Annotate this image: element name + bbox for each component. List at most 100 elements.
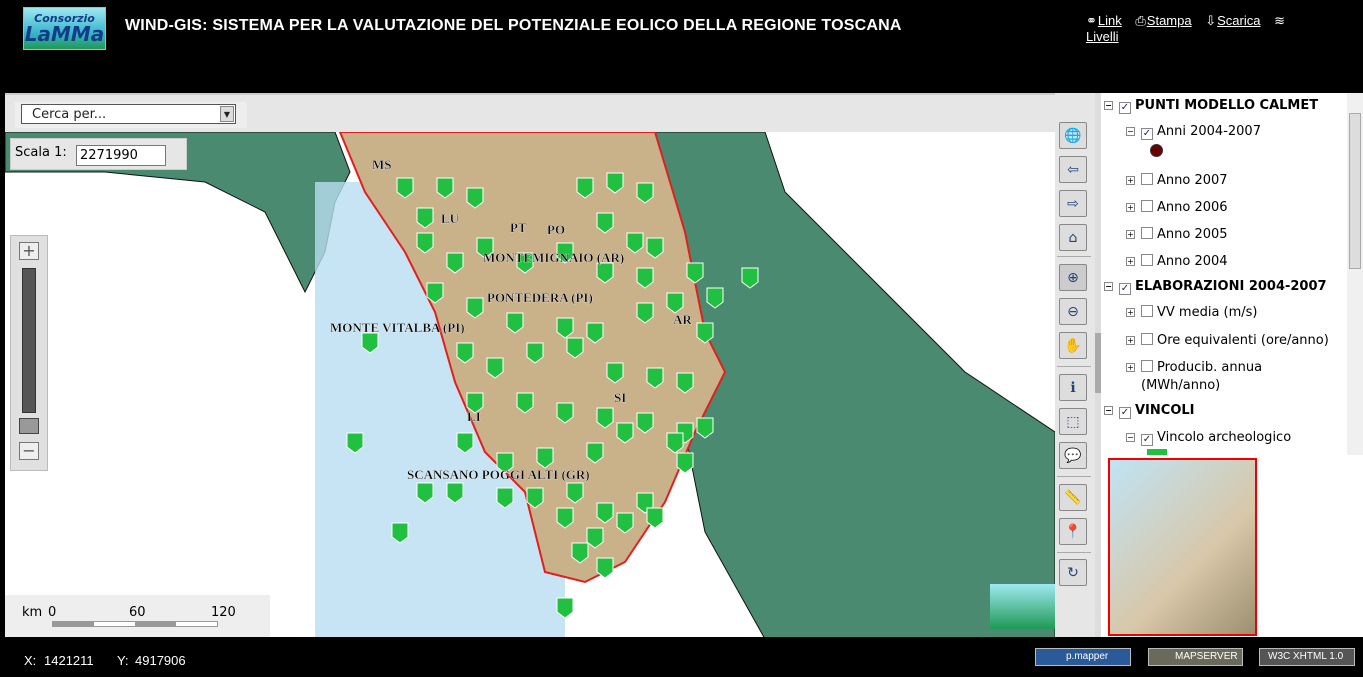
legend-dot-icon xyxy=(1150,144,1163,157)
mapserver-badge[interactable]: MAPSERVER xyxy=(1148,648,1243,666)
expand-icon[interactable]: + xyxy=(1126,363,1135,372)
download-link[interactable]: Scarica xyxy=(1217,13,1260,28)
checkbox-checked[interactable]: ✓ xyxy=(1119,283,1131,295)
layer-group-label: PUNTI MODELLO CALMET xyxy=(1135,98,1319,113)
zoom-forward-icon[interactable]: ⇨ xyxy=(1059,190,1087,217)
map-toolbar: 🌐 ⇦ ⇨ ⌂ ⊕ ⊖ ✋ ℹ ⬚ 💬 📏 📍 ↻ xyxy=(1055,93,1095,637)
overview-map-image[interactable] xyxy=(1108,458,1257,636)
expand-icon[interactable]: + xyxy=(1126,230,1135,239)
layer-group-calmet[interactable]: − ✓ PUNTI MODELLO CALMET xyxy=(1104,98,1318,114)
expand-icon[interactable]: + xyxy=(1126,336,1135,345)
layer-label: Anni 2004-2007 xyxy=(1157,124,1261,139)
checkbox[interactable] xyxy=(1141,227,1153,239)
layer-label: VV media (m/s) xyxy=(1157,305,1258,320)
expand-icon[interactable]: + xyxy=(1126,203,1135,212)
collapse-icon[interactable]: − xyxy=(1104,406,1113,415)
measure-ruler-icon[interactable]: 📏 xyxy=(1059,484,1087,511)
search-select[interactable]: Cerca per... ▼ xyxy=(21,104,236,124)
layer-group-elaborazioni[interactable]: − ✓ ELABORAZIONI 2004-2007 xyxy=(1104,279,1327,295)
collapse-icon[interactable]: − xyxy=(1104,101,1113,110)
layer-label: Anno 2007 xyxy=(1157,173,1228,188)
zoom-track[interactable] xyxy=(22,268,36,413)
layer-group-label: ELABORAZIONI 2004-2007 xyxy=(1135,279,1327,294)
layer-label: Anno 2004 xyxy=(1157,254,1228,269)
collapse-icon[interactable]: − xyxy=(1126,433,1135,442)
printer-icon: ⎙ xyxy=(1135,13,1146,28)
layer-tree-scrollbar[interactable] xyxy=(1347,93,1363,455)
layer-tree: − ✓ PUNTI MODELLO CALMET − ✓ Anni 2004-2007 … xyxy=(1101,93,1363,455)
checkbox[interactable] xyxy=(1141,360,1153,372)
x-label: X: xyxy=(24,653,37,668)
layer-item[interactable]: + Producib. annua xyxy=(1126,360,1262,375)
map-panel: MS LU PT PO MONTEMIGNAIO (AR) PONTEDERA (PI) M… xyxy=(5,93,1055,637)
divider xyxy=(1057,552,1091,553)
map-place-label: MONTEMIGNAIO (AR) xyxy=(483,250,624,265)
lamma-logo[interactable]: Consorzio LaMMa xyxy=(23,7,106,50)
zoom-thumb[interactable] xyxy=(19,418,39,434)
collapse-icon[interactable]: − xyxy=(1104,282,1113,291)
map-place-label: SCANSANO POGGI ALTI (GR) xyxy=(407,467,590,482)
scale-bar: km 0 60 120 xyxy=(5,595,270,637)
footer: X: 1421211 Y: 4917906 p.mapper MAPSERVER… xyxy=(0,637,1363,677)
layer-item[interactable]: − ✓ Anni 2004-2007 xyxy=(1126,124,1261,140)
checkbox[interactable] xyxy=(1141,173,1153,185)
pan-hand-icon[interactable]: ✋ xyxy=(1059,332,1087,359)
w3c-badge[interactable]: W3C XHTML 1.0 xyxy=(1259,648,1355,666)
expand-icon[interactable]: + xyxy=(1126,257,1135,266)
layers-link[interactable]: Livelli xyxy=(1086,29,1119,44)
zoom-selection-icon[interactable]: ⌂ xyxy=(1059,224,1087,251)
scale-input[interactable] xyxy=(76,145,166,166)
layer-item[interactable]: + Anno 2005 xyxy=(1126,227,1228,242)
overview-map[interactable] xyxy=(1101,455,1363,637)
tooltip-icon[interactable]: 💬 xyxy=(1059,442,1087,469)
layer-label: Anno 2006 xyxy=(1157,200,1228,215)
scale-box: Scala 1: xyxy=(10,138,187,170)
map-place-label: SI xyxy=(614,390,626,405)
layer-item[interactable]: + VV media (m/s) xyxy=(1126,305,1258,320)
header-links: ⚭Link ⎙Stampa ⇩Scarica ≋ Livelli xyxy=(1086,13,1356,45)
zoom-slider[interactable]: + − xyxy=(10,235,48,471)
layer-item[interactable]: + Anno 2007 xyxy=(1126,173,1228,188)
zoom-out-icon[interactable]: ⊖ xyxy=(1059,298,1087,325)
map-place-label: LU xyxy=(441,211,460,226)
pmapper-badge[interactable]: p.mapper xyxy=(1035,648,1131,666)
print-link[interactable]: Stampa xyxy=(1147,13,1192,28)
layer-group-vincoli[interactable]: − ✓ VINCOLI xyxy=(1104,403,1195,419)
zoom-in-button[interactable]: + xyxy=(19,242,39,260)
layer-item[interactable]: + Anno 2004 xyxy=(1126,254,1228,269)
y-label: Y: xyxy=(117,653,129,668)
identify-info-icon[interactable]: ℹ xyxy=(1059,374,1087,401)
expand-icon[interactable]: + xyxy=(1126,308,1135,317)
layer-label: Vincolo archeologico xyxy=(1157,430,1292,445)
chevron-down-icon[interactable]: ▼ xyxy=(220,106,234,122)
checkbox[interactable] xyxy=(1141,254,1153,266)
refresh-icon[interactable]: ↻ xyxy=(1059,559,1087,586)
collapse-icon[interactable]: − xyxy=(1126,127,1135,136)
layer-item[interactable]: + Anno 2006 xyxy=(1126,200,1228,215)
layer-item[interactable]: − ✓ Vincolo archeologico xyxy=(1126,430,1291,446)
scrollbar-thumb[interactable] xyxy=(1349,113,1361,269)
search-container: Cerca per... ▼ xyxy=(15,102,247,128)
map-place-label: PONTEDERA (PI) xyxy=(487,290,593,305)
poi-pin-icon[interactable]: 📍 xyxy=(1059,518,1087,545)
checkbox[interactable] xyxy=(1141,305,1153,317)
checkbox-checked[interactable]: ✓ xyxy=(1119,102,1131,114)
map-place-label: PT xyxy=(510,220,527,235)
link-link[interactable]: Link xyxy=(1098,13,1122,28)
map-canvas[interactable]: MS LU PT PO MONTEMIGNAIO (AR) PONTEDERA (PI) M… xyxy=(5,132,1055,637)
select-icon[interactable]: ⬚ xyxy=(1059,408,1087,435)
zoom-out-button[interactable]: − xyxy=(19,442,39,460)
zoom-full-extent-icon[interactable]: 🌐 xyxy=(1059,122,1087,149)
expand-icon[interactable]: + xyxy=(1126,176,1135,185)
checkbox[interactable] xyxy=(1141,200,1153,212)
checkbox-checked[interactable]: ✓ xyxy=(1141,128,1153,140)
divider xyxy=(1057,256,1091,257)
checkbox[interactable] xyxy=(1141,333,1153,345)
layer-item[interactable]: + Ore equivalenti (ore/anno) xyxy=(1126,333,1329,348)
checkbox-checked[interactable]: ✓ xyxy=(1141,434,1153,446)
zoom-in-icon[interactable]: ⊕ xyxy=(1059,264,1087,291)
lamma-watermark xyxy=(990,584,1055,629)
zoom-back-icon[interactable]: ⇦ xyxy=(1059,156,1087,183)
layer-group-label: VINCOLI xyxy=(1135,403,1195,418)
checkbox-checked[interactable]: ✓ xyxy=(1119,407,1131,419)
